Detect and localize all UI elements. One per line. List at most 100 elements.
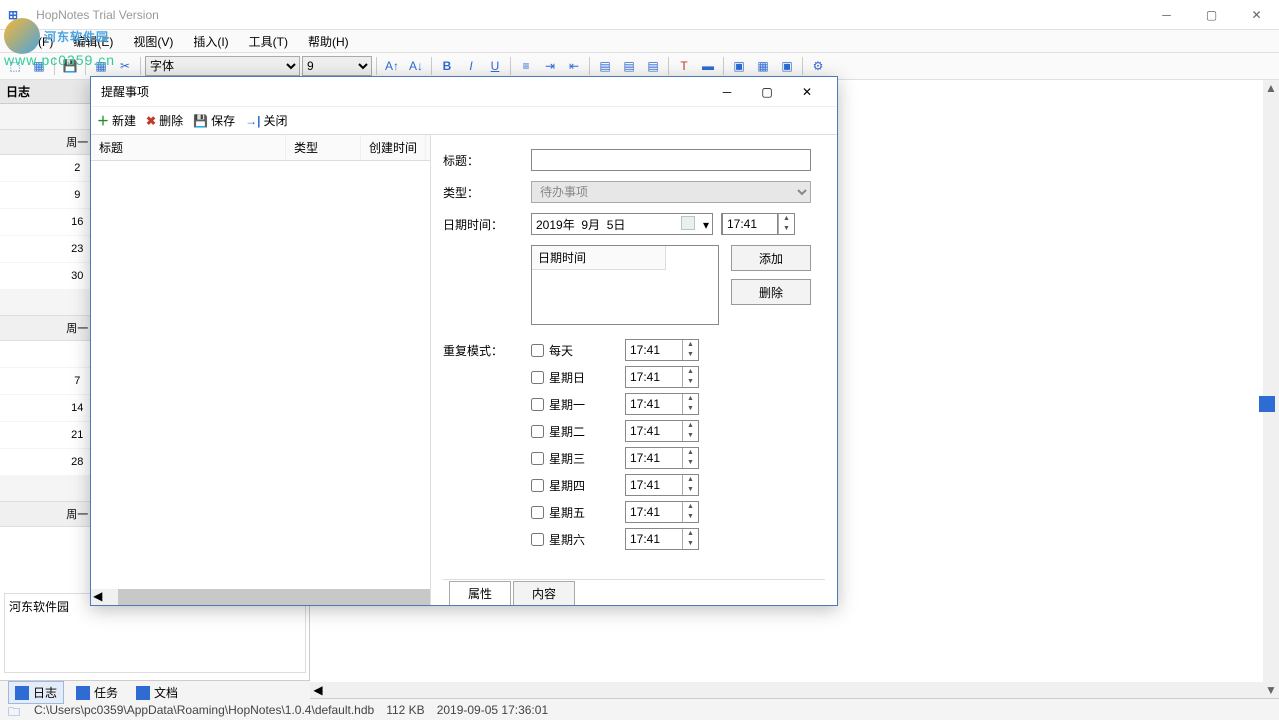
- italic-icon[interactable]: I: [460, 55, 482, 77]
- repeat-spinner-4[interactable]: ▲▼: [682, 448, 698, 468]
- repeat-check-5[interactable]: 星期四: [531, 477, 625, 494]
- list-hscrollbar[interactable]: ◀: [91, 589, 430, 605]
- vertical-scrollbar[interactable]: ▲ ▼: [1263, 80, 1279, 698]
- repeat-check-7[interactable]: 星期六: [531, 531, 625, 548]
- repeat-spinner-0[interactable]: ▲▼: [682, 340, 698, 360]
- repeat-spinner-2[interactable]: ▲▼: [682, 394, 698, 414]
- toolbar-icon-2[interactable]: ▦: [28, 55, 50, 77]
- calendar-icon[interactable]: [681, 216, 695, 230]
- table-icon[interactable]: ▦: [752, 55, 774, 77]
- repeat-time-4[interactable]: [626, 448, 682, 468]
- new-button[interactable]: ＋新建: [97, 112, 136, 129]
- settings-icon[interactable]: ⚙: [807, 55, 829, 77]
- time-spinner[interactable]: ▲▼: [778, 214, 794, 234]
- date-dropdown-icon[interactable]: ▾: [703, 218, 709, 232]
- repeat-time-5[interactable]: [626, 475, 682, 495]
- align-center-icon[interactable]: ▤: [618, 55, 640, 77]
- repeat-time-1[interactable]: [626, 367, 682, 387]
- list-icon[interactable]: ≡: [515, 55, 537, 77]
- toolbar-icon-4[interactable]: ▦: [90, 55, 112, 77]
- repeat-check-1[interactable]: 星期日: [531, 369, 625, 386]
- status-time: 2019-09-05 17:36:01: [437, 703, 548, 717]
- close-button[interactable]: ✕: [1234, 0, 1279, 30]
- dialog-minimize-button[interactable]: ─: [707, 78, 747, 106]
- text-color-icon[interactable]: T: [673, 55, 695, 77]
- repeat-spinner-7[interactable]: ▲▼: [682, 529, 698, 549]
- bold-icon[interactable]: B: [436, 55, 458, 77]
- col-header-created[interactable]: 创建时间: [361, 135, 426, 160]
- dialog-maximize-button[interactable]: ▢: [747, 78, 787, 106]
- indent-icon[interactable]: ⇥: [539, 55, 561, 77]
- remove-button[interactable]: 删除: [731, 279, 811, 305]
- repeat-time-3[interactable]: [626, 421, 682, 441]
- dialog-title-bar: 提醒事项 ─ ▢ ✕: [91, 77, 837, 107]
- repeat-check-6[interactable]: 星期五: [531, 504, 625, 521]
- size-select[interactable]: 9: [302, 56, 372, 76]
- save-icon[interactable]: 💾: [59, 55, 81, 77]
- repeat-spinner-1[interactable]: ▲▼: [682, 367, 698, 387]
- maximize-button[interactable]: ▢: [1189, 0, 1234, 30]
- tab-attributes[interactable]: 属性: [449, 581, 511, 605]
- cut-icon[interactable]: ✂: [114, 55, 136, 77]
- horizontal-scrollbar[interactable]: ◀▶: [310, 682, 1279, 698]
- menu-file[interactable]: 文件(F): [8, 31, 59, 52]
- underline-icon[interactable]: U: [484, 55, 506, 77]
- repeat-check-0[interactable]: 每天: [531, 342, 625, 359]
- delete-button[interactable]: ✖删除: [146, 112, 183, 129]
- col-header-title[interactable]: 标题: [91, 135, 286, 160]
- repeat-check-4[interactable]: 星期三: [531, 450, 625, 467]
- app-icon: ⊞: [8, 8, 18, 22]
- repeat-check-2[interactable]: 星期一: [531, 396, 625, 413]
- label-type: 类型：: [443, 184, 531, 201]
- repeat-spinner-5[interactable]: ▲▼: [682, 475, 698, 495]
- main-title-bar: ⊞ HopNotes Trial Version ─ ▢ ✕: [0, 0, 1279, 30]
- dialog-close-button[interactable]: ✕: [787, 78, 827, 106]
- status-size: 112 KB: [386, 703, 424, 717]
- reminder-list[interactable]: [91, 161, 430, 589]
- label-title: 标题：: [443, 152, 531, 169]
- add-button[interactable]: 添加: [731, 245, 811, 271]
- save-button[interactable]: 💾保存: [193, 112, 235, 129]
- menu-bar: 文件(F) 编辑(E) 视图(V) 插入(I) 工具(T) 帮助(H): [0, 30, 1279, 52]
- decrease-font-icon[interactable]: A↓: [405, 55, 427, 77]
- title-input[interactable]: [531, 149, 811, 171]
- type-select[interactable]: 待办事项: [531, 181, 811, 203]
- close-dialog-button[interactable]: →|关闭: [245, 112, 287, 129]
- time-input[interactable]: [722, 213, 778, 235]
- col-header-type[interactable]: 类型: [286, 135, 361, 160]
- repeat-time-7[interactable]: [626, 529, 682, 549]
- repeat-spinner-6[interactable]: ▲▼: [682, 502, 698, 522]
- save-icon: 💾: [193, 114, 208, 128]
- align-right-icon[interactable]: ▤: [642, 55, 664, 77]
- tab-task[interactable]: 任务: [70, 682, 124, 703]
- menu-insert[interactable]: 插入(I): [187, 31, 234, 52]
- bottom-tabs: 日志 任务 文档: [0, 680, 310, 704]
- repeat-time-2[interactable]: [626, 394, 682, 414]
- outdent-icon[interactable]: ⇤: [563, 55, 585, 77]
- status-path: C:\Users\pc0359\AppData\Roaming\HopNotes…: [34, 703, 374, 717]
- dialog-toolbar: ＋新建 ✖删除 💾保存 →|关闭: [91, 107, 837, 135]
- label-datetime: 日期时间：: [443, 216, 531, 233]
- align-left-icon[interactable]: ▤: [594, 55, 616, 77]
- image-icon[interactable]: ▣: [728, 55, 750, 77]
- toolbar-icon-1[interactable]: ⬚: [4, 55, 26, 77]
- tab-content[interactable]: 内容: [513, 581, 575, 605]
- highlight-icon[interactable]: ▬: [697, 55, 719, 77]
- increase-font-icon[interactable]: A↑: [381, 55, 403, 77]
- tab-doc[interactable]: 文档: [130, 682, 184, 703]
- tab-diary[interactable]: 日志: [8, 681, 64, 704]
- menu-view[interactable]: 视图(V): [127, 31, 179, 52]
- menu-tools[interactable]: 工具(T): [243, 31, 294, 52]
- minimize-button[interactable]: ─: [1144, 0, 1189, 30]
- datetime-listbox[interactable]: 日期时间: [531, 245, 719, 325]
- menu-help[interactable]: 帮助(H): [302, 31, 355, 52]
- dialog-title: 提醒事项: [101, 83, 707, 100]
- dialog-list-panel: 标题 类型 创建时间 ◀: [91, 135, 431, 605]
- repeat-time-6[interactable]: [626, 502, 682, 522]
- link-icon[interactable]: ▣: [776, 55, 798, 77]
- repeat-time-0[interactable]: [626, 340, 682, 360]
- font-select[interactable]: 字体: [145, 56, 300, 76]
- repeat-spinner-3[interactable]: ▲▼: [682, 421, 698, 441]
- menu-edit[interactable]: 编辑(E): [67, 31, 119, 52]
- repeat-check-3[interactable]: 星期二: [531, 423, 625, 440]
